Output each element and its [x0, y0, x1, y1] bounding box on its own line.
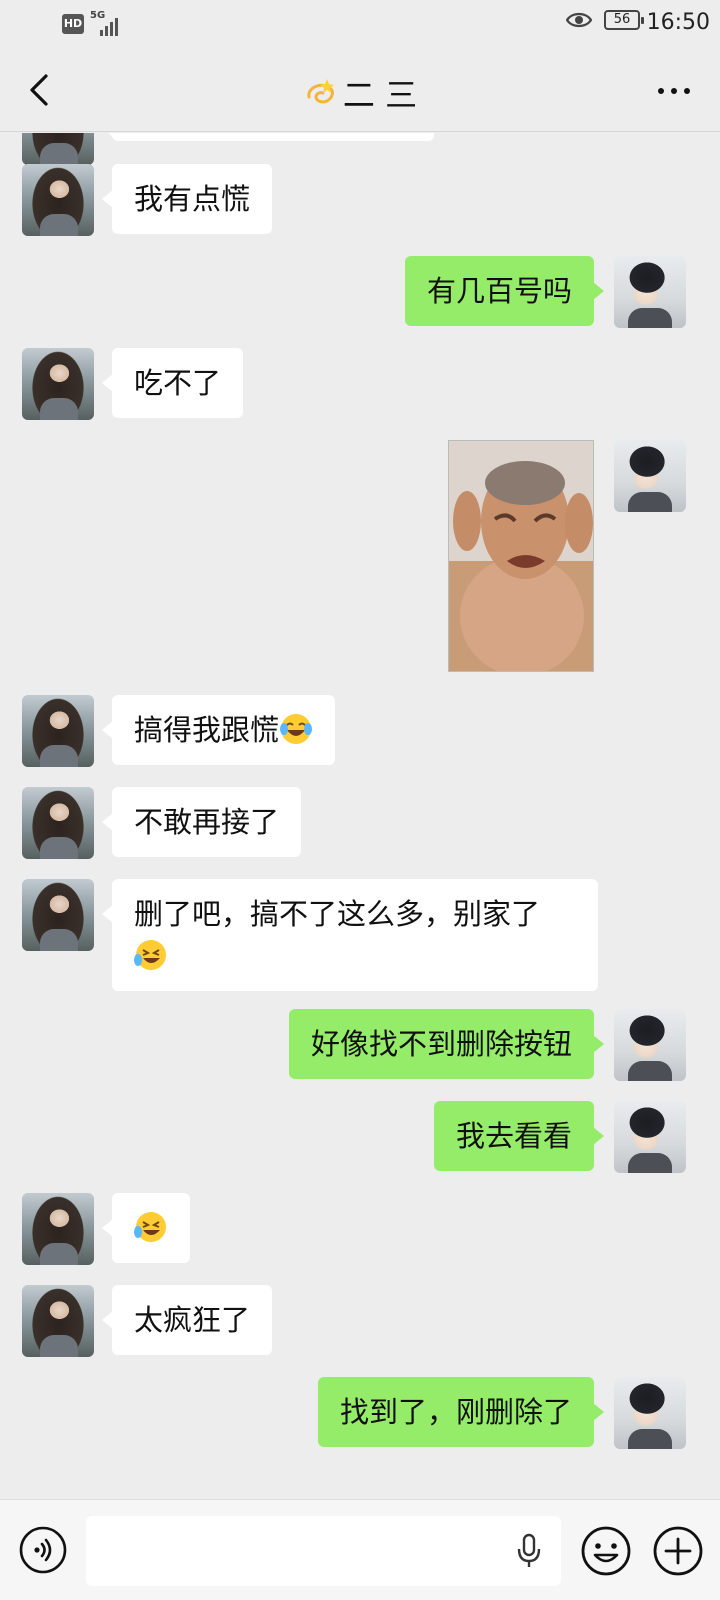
message-item: 我去看看 [0, 1101, 720, 1173]
message-bubble[interactable]: 有几百号吗 [404, 256, 605, 326]
contact-avatar[interactable] [22, 133, 94, 165]
tears-of-joy-emoji [280, 714, 313, 744]
message-partial [0, 133, 720, 165]
contact-avatar[interactable] [22, 879, 94, 951]
message-item: 删了吧，搞不了这么多，别家了 [0, 879, 720, 991]
microphone-icon[interactable] [515, 1533, 543, 1569]
message-bubble[interactable] [102, 133, 434, 141]
plus-circle-icon[interactable] [652, 1525, 704, 1577]
status-time: 16:50 [646, 10, 710, 35]
smiley-icon[interactable] [580, 1525, 632, 1577]
battery-indicator: 56 [604, 10, 644, 30]
signal-indicator: 5G [90, 10, 126, 36]
my-avatar[interactable] [614, 1101, 686, 1173]
message-item [0, 440, 720, 674]
message-text: 删了吧，搞不了这么多，别家了 [134, 897, 541, 931]
message-item: 我有点慌 [0, 164, 720, 236]
message-item: 太疯狂了 [0, 1285, 720, 1357]
message-bubble[interactable]: 我去看看 [433, 1101, 605, 1171]
chat-title[interactable]: 二 三 [0, 70, 720, 116]
message-item: 有几百号吗 [0, 256, 720, 328]
message-bubble[interactable]: 搞得我跟慌 [101, 695, 336, 765]
message-item [0, 1193, 720, 1265]
message-bubble[interactable]: 找到了，刚删除了 [317, 1377, 605, 1447]
hd-badge: HD [62, 14, 84, 34]
message-bubble[interactable]: 不敢再接了 [101, 787, 302, 857]
rolling-laughing-emoji [134, 940, 166, 970]
chat-messages[interactable]: 我有点慌 有几百号吗 吃不了 搞得我跟慌 不敢再接了 删了吧，搞不了这么多，别家… [0, 133, 720, 1499]
message-bubble[interactable]: 太疯狂了 [101, 1285, 273, 1355]
crying-man-sticker[interactable] [448, 440, 594, 672]
contact-avatar[interactable] [22, 348, 94, 420]
message-bubble[interactable]: 删了吧，搞不了这么多，别家了 [102, 879, 598, 991]
message-item: 找到了，刚删除了 [0, 1377, 720, 1449]
message-bubble[interactable]: 我有点慌 [101, 164, 273, 234]
contact-avatar[interactable] [22, 1193, 94, 1265]
status-bar: HD 5G 56 16:50 [0, 0, 720, 50]
eye-icon [566, 12, 592, 28]
voice-icon[interactable] [18, 1525, 68, 1575]
more-dots-icon[interactable] [658, 88, 690, 94]
chat-header: 二 三 [0, 50, 720, 132]
contact-avatar[interactable] [22, 787, 94, 859]
status-right: 56 16:50 [566, 10, 710, 35]
signal-bars-icon [100, 18, 118, 36]
sticker-image [449, 441, 593, 671]
message-item: 不敢再接了 [0, 787, 720, 859]
message-input[interactable] [86, 1516, 561, 1586]
message-bubble[interactable] [102, 1193, 190, 1263]
my-avatar[interactable] [614, 1377, 686, 1449]
my-avatar[interactable] [614, 440, 686, 512]
dizzy-icon [307, 79, 334, 104]
message-bubble[interactable]: 好像找不到删除按钮 [288, 1009, 605, 1079]
chat-title-text: 二 三 [342, 76, 418, 114]
status-left: HD 5G [62, 10, 126, 36]
my-avatar[interactable] [614, 256, 686, 328]
message-item: 好像找不到删除按钮 [0, 1009, 720, 1081]
contact-avatar[interactable] [22, 164, 94, 236]
rolling-laughing-emoji [134, 1212, 166, 1242]
input-bar [0, 1499, 720, 1600]
contact-avatar[interactable] [22, 1285, 94, 1357]
message-item: 搞得我跟慌 [0, 695, 720, 767]
message-text: 搞得我跟慌 [134, 713, 280, 747]
contact-avatar[interactable] [22, 695, 94, 767]
message-bubble[interactable]: 吃不了 [101, 348, 244, 418]
message-item: 吃不了 [0, 348, 720, 420]
my-avatar[interactable] [614, 1009, 686, 1081]
